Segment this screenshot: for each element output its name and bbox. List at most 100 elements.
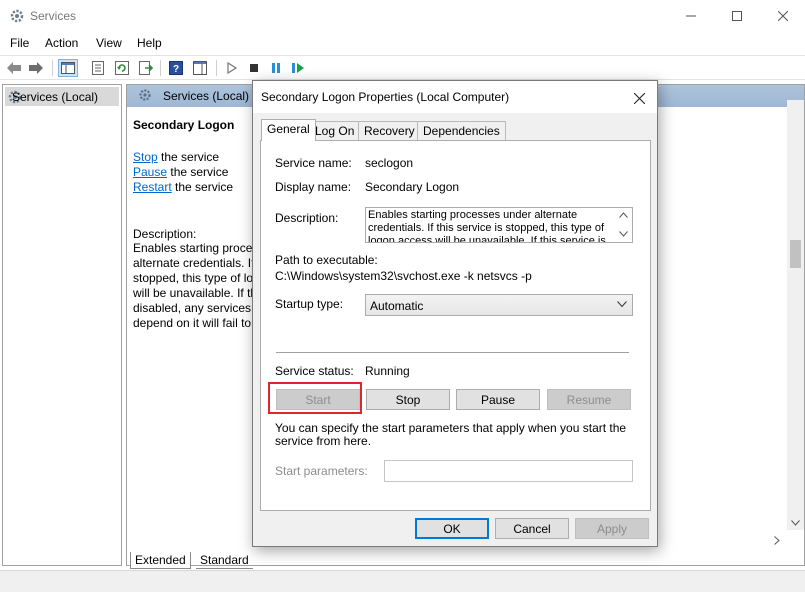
chevron-down-icon bbox=[791, 520, 800, 526]
path-value: C:\Windows\system32\svchost.exe -k netsv… bbox=[275, 269, 532, 283]
tree-item-label: Services (Local) bbox=[12, 89, 99, 104]
display-name-label: Display name: bbox=[275, 180, 352, 194]
resume-button[interactable]: Resume bbox=[547, 389, 631, 410]
tree-item-services-local[interactable]: Services (Local) bbox=[5, 87, 119, 106]
restart-action-text: the service bbox=[171, 180, 234, 194]
description-field[interactable]: Enables starting processes under alterna… bbox=[365, 207, 633, 243]
service-name-label: Service name: bbox=[275, 156, 352, 170]
chevron-down-icon bbox=[617, 301, 627, 308]
pause-icon bbox=[272, 63, 280, 73]
menu-file[interactable]: File bbox=[10, 36, 29, 50]
help-button[interactable]: ? bbox=[166, 59, 186, 77]
stop-action-text: the service bbox=[157, 150, 220, 164]
properties-icon bbox=[92, 61, 104, 75]
restart-link[interactable]: Restart bbox=[133, 180, 172, 194]
chevron-up-icon[interactable] bbox=[619, 212, 628, 218]
status-bar bbox=[0, 570, 805, 592]
resume-icon bbox=[292, 63, 304, 73]
back-button[interactable] bbox=[4, 59, 24, 77]
tab-general[interactable]: General bbox=[261, 119, 316, 141]
refresh-button[interactable] bbox=[112, 59, 132, 77]
maximize-button[interactable] bbox=[714, 0, 760, 32]
service-status-label: Service status: bbox=[275, 364, 354, 378]
cancel-button[interactable]: Cancel bbox=[495, 518, 569, 539]
pause-service-button[interactable] bbox=[266, 59, 286, 77]
menu-action[interactable]: Action bbox=[45, 36, 78, 50]
start-parameters-hint: You can specify the start parameters tha… bbox=[275, 421, 627, 448]
vertical-scrollbar[interactable] bbox=[787, 100, 804, 530]
toolbar-separator bbox=[52, 60, 53, 76]
description-line: alternate credentials. If bbox=[133, 256, 253, 270]
ok-button[interactable]: OK bbox=[415, 518, 489, 539]
start-button-highlight bbox=[268, 382, 362, 414]
maximize-icon bbox=[732, 11, 742, 21]
startup-type-label: Startup type: bbox=[275, 297, 344, 311]
description-line: Enables starting proces bbox=[133, 241, 253, 255]
description-line: will be unavailable. If th bbox=[133, 286, 253, 300]
startup-type-value: Automatic bbox=[370, 299, 424, 313]
description-line: disabled, any services t bbox=[133, 301, 253, 315]
apply-button[interactable]: Apply bbox=[575, 518, 649, 539]
description-value: Enables starting processes under alterna… bbox=[368, 209, 606, 242]
pause-action-text: the service bbox=[167, 165, 229, 179]
close-button[interactable] bbox=[760, 0, 805, 32]
minimize-icon bbox=[686, 15, 696, 17]
dialog-title-bar: Secondary Logon Properties (Local Comput… bbox=[253, 81, 657, 113]
toolbar: ? bbox=[0, 55, 805, 80]
menu-view[interactable]: View bbox=[96, 36, 122, 50]
chevron-down-icon[interactable] bbox=[619, 231, 628, 237]
description-text: Enables starting proces alternate creden… bbox=[133, 241, 253, 331]
description-line: depend on it will fail to bbox=[133, 316, 252, 330]
close-icon bbox=[778, 11, 788, 21]
separator bbox=[276, 352, 629, 353]
toolbar-separator bbox=[216, 60, 217, 76]
stop-link[interactable]: Stop bbox=[133, 150, 158, 164]
svg-text:?: ? bbox=[173, 64, 179, 75]
pause-action: Pause the service bbox=[133, 165, 228, 179]
show-action-pane-button[interactable] bbox=[190, 59, 210, 77]
minimize-button[interactable] bbox=[668, 0, 714, 32]
show-console-tree-button[interactable] bbox=[58, 59, 78, 77]
menu-help[interactable]: Help bbox=[137, 36, 162, 50]
start-service-button[interactable] bbox=[222, 59, 242, 77]
chevron-right-icon bbox=[774, 536, 780, 545]
view-tabs: Extended Standard bbox=[126, 552, 326, 570]
tab-dependencies[interactable]: Dependencies bbox=[417, 121, 506, 140]
start-parameters-label: Start parameters: bbox=[275, 464, 368, 478]
restart-action: Restart the service bbox=[133, 180, 233, 194]
service-title: Secondary Logon bbox=[133, 118, 235, 132]
properties-button[interactable] bbox=[88, 59, 108, 77]
stop-action: Stop the service bbox=[133, 150, 219, 164]
general-tab-panel: Service name: seclogon Display name: Sec… bbox=[260, 140, 651, 511]
properties-dialog: Secondary Logon Properties (Local Comput… bbox=[252, 80, 658, 547]
menu-bar: File Action View Help bbox=[0, 32, 805, 54]
forward-arrow-icon bbox=[29, 62, 43, 74]
console-tree: Services (Local) bbox=[2, 84, 122, 566]
pause-button[interactable]: Pause bbox=[456, 389, 540, 410]
start-parameters-input[interactable] bbox=[384, 460, 633, 482]
description-scrollbar[interactable] bbox=[615, 208, 632, 242]
resume-service-button[interactable] bbox=[288, 59, 308, 77]
scrollbar-thumb[interactable] bbox=[790, 240, 801, 268]
magnifier-icon bbox=[139, 89, 151, 101]
tab-standard[interactable]: Standard bbox=[196, 552, 253, 569]
help-icon: ? bbox=[169, 61, 183, 75]
tab-recovery[interactable]: Recovery bbox=[358, 121, 421, 140]
title-bar: Services bbox=[0, 0, 805, 32]
stop-service-button[interactable] bbox=[244, 59, 264, 77]
export-list-icon bbox=[139, 61, 153, 75]
dialog-title: Secondary Logon Properties (Local Comput… bbox=[261, 90, 510, 104]
dialog-close-button[interactable] bbox=[629, 88, 649, 108]
forward-button[interactable] bbox=[26, 59, 46, 77]
service-status-value: Running bbox=[365, 364, 410, 378]
tab-extended[interactable]: Extended bbox=[130, 552, 191, 569]
pause-link[interactable]: Pause bbox=[133, 165, 167, 179]
export-list-button[interactable] bbox=[136, 59, 156, 77]
description-line: stopped, this type of lo bbox=[133, 271, 253, 285]
path-label: Path to executable: bbox=[275, 253, 378, 267]
tab-log-on[interactable]: Log On bbox=[309, 121, 361, 140]
show-action-pane-icon bbox=[193, 61, 207, 75]
stop-button[interactable]: Stop bbox=[366, 389, 450, 410]
startup-type-select[interactable]: Automatic bbox=[365, 294, 633, 316]
pane-header-label: Services (Local) bbox=[163, 89, 250, 103]
